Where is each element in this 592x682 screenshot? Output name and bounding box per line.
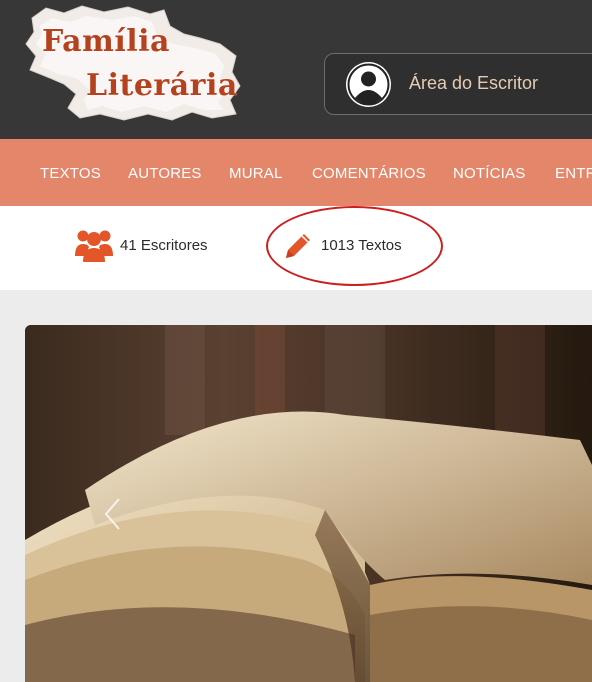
nav-item-autores[interactable]: AUTORES xyxy=(128,165,202,182)
nav-item-entrevistas[interactable]: ENTR xyxy=(555,165,592,182)
writers-count[interactable]: 41 Escritores xyxy=(120,237,208,254)
nav-item-textos[interactable]: TEXTOS xyxy=(40,165,101,182)
nav-item-comentarios[interactable]: COMENTÁRIOS xyxy=(312,165,426,182)
writer-area-label: Área do Escritor xyxy=(409,73,539,93)
logo-text-line-1: Família xyxy=(42,24,170,59)
logo-paper-shape xyxy=(25,5,241,121)
writer-area-button[interactable]: Área do Escritor xyxy=(324,53,592,115)
highlight-circle xyxy=(266,206,443,286)
logo-text-line-2: Literária xyxy=(86,68,238,103)
stats-bar: 41 Escritores 1013 Textos xyxy=(0,206,592,290)
hero-slider[interactable] xyxy=(25,325,592,682)
nav-item-mural[interactable]: MURAL xyxy=(229,165,283,182)
site-logo[interactable]: Família Literária xyxy=(24,4,244,122)
main-nav: TEXTOS AUTORES MURAL COMENTÁRIOS NOTÍCIA… xyxy=(0,139,592,206)
nav-item-noticias[interactable]: NOTÍCIAS xyxy=(453,165,525,182)
user-avatar-icon xyxy=(346,62,391,107)
site-header: Família Literária Área do Escritor xyxy=(0,0,592,139)
users-icon xyxy=(75,228,113,269)
